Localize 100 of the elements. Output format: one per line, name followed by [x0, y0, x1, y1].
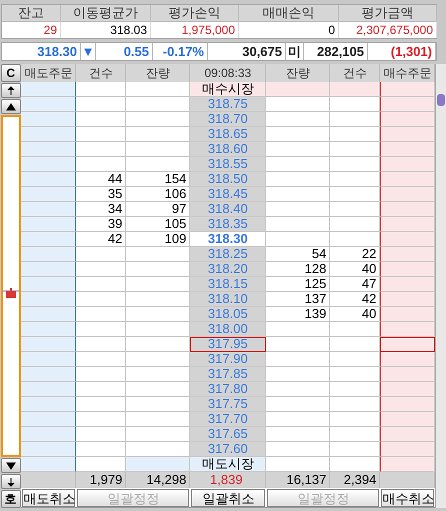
- price-cell[interactable]: 318.40: [190, 202, 266, 217]
- market-order-cell[interactable]: 매수시장: [190, 82, 266, 97]
- table-cell: [266, 97, 330, 112]
- price-cell[interactable]: 317.75: [190, 397, 266, 412]
- sell-order-cell[interactable]: [21, 412, 76, 427]
- sell-order-cell[interactable]: [21, 82, 76, 97]
- price-cell[interactable]: 317.60: [190, 442, 266, 457]
- sell-order-cell[interactable]: [21, 322, 76, 337]
- buy-order-cell[interactable]: [380, 112, 436, 127]
- buy-order-cell[interactable]: [380, 397, 436, 412]
- up-arrow-icon: [6, 86, 16, 96]
- price-cell[interactable]: 317.95: [190, 337, 266, 352]
- price-cell[interactable]: 318.35: [190, 217, 266, 232]
- buy-order-cell[interactable]: [380, 97, 436, 112]
- sell-order-cell[interactable]: [21, 307, 76, 322]
- total-count: 2,394: [330, 472, 380, 488]
- sell-order-cell[interactable]: [21, 397, 76, 412]
- current-price-cell[interactable]: 318.30: [190, 232, 266, 247]
- price-cell[interactable]: 318.20: [190, 262, 266, 277]
- action-button[interactable]: 일괄취소: [191, 489, 266, 507]
- buy-order-cell[interactable]: [380, 247, 436, 262]
- buy-order-cell[interactable]: [380, 307, 436, 322]
- buy-order-cell[interactable]: [380, 352, 436, 367]
- price-cell[interactable]: 317.70: [190, 412, 266, 427]
- price-cell[interactable]: 318.45: [190, 187, 266, 202]
- buy-order-cell[interactable]: [380, 337, 436, 352]
- buy-order-cell[interactable]: [380, 262, 436, 277]
- price-cell[interactable]: 318.10: [190, 292, 266, 307]
- sell-order-cell[interactable]: [21, 157, 76, 172]
- price-cell[interactable]: 317.65: [190, 427, 266, 442]
- sell-order-cell[interactable]: [21, 112, 76, 127]
- buy-order-cell[interactable]: [380, 127, 436, 142]
- table-cell: [76, 412, 126, 427]
- sell-order-cell[interactable]: [21, 367, 76, 382]
- sell-order-cell[interactable]: [21, 262, 76, 277]
- table-cell: [266, 82, 330, 97]
- sell-order-cell[interactable]: [21, 292, 76, 307]
- price-cell[interactable]: 317.85: [190, 367, 266, 382]
- buy-order-cell[interactable]: [380, 277, 436, 292]
- buy-order-cell[interactable]: [380, 187, 436, 202]
- price-cell[interactable]: 318.70: [190, 112, 266, 127]
- column-header: 09:08:33: [190, 64, 266, 82]
- table-cell: [266, 352, 330, 367]
- buy-order-cell[interactable]: [380, 442, 436, 457]
- price-cell[interactable]: 318.55: [190, 157, 266, 172]
- scroll-up-button[interactable]: [0, 99, 21, 114]
- buy-order-cell[interactable]: [380, 412, 436, 427]
- price-cell[interactable]: 317.80: [190, 382, 266, 397]
- price-cell[interactable]: 318.05: [190, 307, 266, 322]
- sell-order-cell[interactable]: [21, 382, 76, 397]
- price-cell[interactable]: 317.90: [190, 352, 266, 367]
- sell-order-cell[interactable]: [21, 202, 76, 217]
- price-cell[interactable]: 318.60: [190, 142, 266, 157]
- buy-order-cell[interactable]: [380, 232, 436, 247]
- sell-order-cell[interactable]: [21, 97, 76, 112]
- scroll-bottom-button[interactable]: [0, 474, 21, 489]
- summary-value: 29: [2, 21, 61, 38]
- buy-order-cell[interactable]: [380, 142, 436, 157]
- sell-order-cell[interactable]: [21, 442, 76, 457]
- column-header: 잔량: [266, 64, 330, 82]
- buy-order-cell[interactable]: [380, 427, 436, 442]
- price-cell[interactable]: 318.75: [190, 97, 266, 112]
- price-cell[interactable]: 318.50: [190, 172, 266, 187]
- sell-order-cell[interactable]: [21, 232, 76, 247]
- sell-order-cell[interactable]: [21, 172, 76, 187]
- table-cell: [76, 277, 126, 292]
- action-button[interactable]: 매수취소: [381, 489, 434, 507]
- buy-order-cell[interactable]: [380, 217, 436, 232]
- market-order-cell[interactable]: 매도시장: [190, 457, 266, 472]
- buy-order-cell[interactable]: [380, 157, 436, 172]
- table-cell: [266, 322, 330, 337]
- scroll-top-button[interactable]: [0, 83, 21, 98]
- buy-order-cell[interactable]: [380, 172, 436, 187]
- buy-order-cell[interactable]: [380, 457, 436, 472]
- sell-order-cell[interactable]: [21, 127, 76, 142]
- sell-order-cell[interactable]: [21, 427, 76, 442]
- scroll-down-button[interactable]: [0, 458, 21, 473]
- buy-order-cell[interactable]: [380, 82, 436, 97]
- action-button[interactable]: 매도취소: [22, 489, 76, 507]
- buy-order-cell[interactable]: [380, 382, 436, 397]
- price-cell[interactable]: 318.25: [190, 247, 266, 262]
- sell-order-cell[interactable]: [21, 247, 76, 262]
- sell-order-cell[interactable]: [21, 187, 76, 202]
- table-cell: [76, 262, 126, 277]
- sell-order-cell[interactable]: [21, 457, 76, 472]
- buy-order-cell[interactable]: [380, 202, 436, 217]
- quote-mode-button[interactable]: 호: [0, 490, 21, 508]
- sell-order-cell[interactable]: [21, 277, 76, 292]
- sell-order-cell[interactable]: [21, 217, 76, 232]
- sell-order-cell[interactable]: [21, 337, 76, 352]
- buy-order-cell[interactable]: [380, 292, 436, 307]
- sell-order-cell[interactable]: [21, 142, 76, 157]
- sell-order-cell[interactable]: [21, 352, 76, 367]
- price-cell[interactable]: 318.00: [190, 322, 266, 337]
- buy-order-cell[interactable]: [380, 367, 436, 382]
- buy-order-cell[interactable]: [380, 322, 436, 337]
- clear-button[interactable]: C: [0, 64, 21, 82]
- scrollbar-thumb[interactable]: [437, 94, 446, 106]
- price-cell[interactable]: 318.15: [190, 277, 266, 292]
- price-cell[interactable]: 318.65: [190, 127, 266, 142]
